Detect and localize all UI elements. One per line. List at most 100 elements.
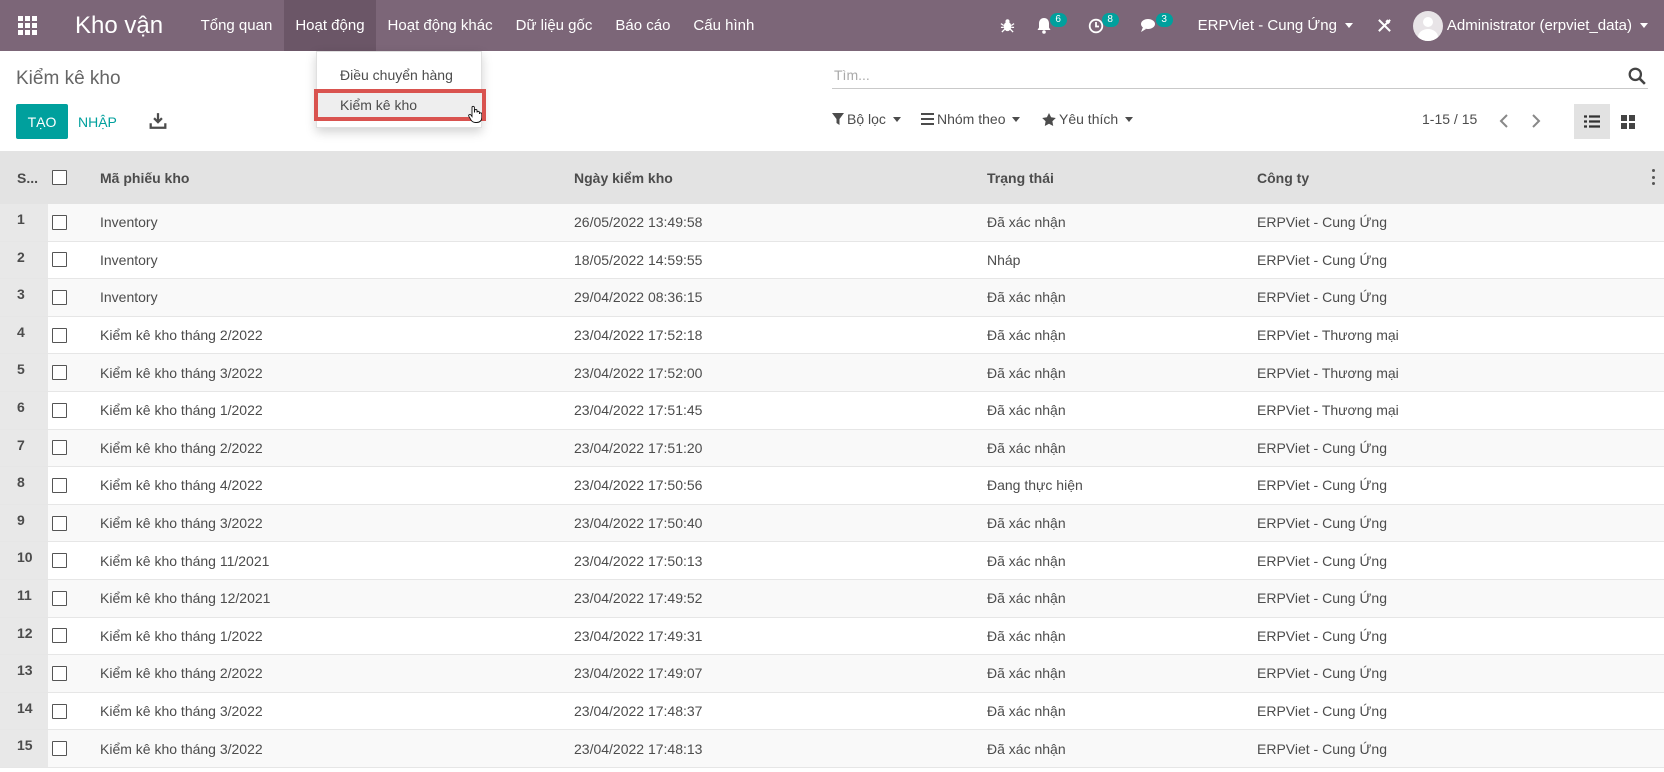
favorites-button[interactable]: Yêu thích: [1042, 111, 1134, 127]
table-row[interactable]: 3 Inventory 29/04/2022 08:36:15 Đã xác nhận…: [0, 279, 1664, 317]
table-row[interactable]: 14 Kiểm kê kho tháng 3/2022 23/04/2022 17:…: [0, 692, 1664, 731]
row-checkbox[interactable]: [52, 553, 67, 569]
download-icon[interactable]: [149, 112, 167, 130]
activities-button[interactable]: 8: [1082, 0, 1134, 51]
row-checkbox[interactable]: [52, 515, 67, 531]
table-row[interactable]: 10 Kiểm kê kho tháng 11/2021 23/04/2022 17…: [0, 542, 1664, 580]
row-code: Kiểm kê kho tháng 3/2022: [100, 364, 263, 381]
search-input[interactable]: [832, 62, 1612, 88]
user-menu[interactable]: Administrator (erpviet_data): [1405, 0, 1664, 51]
table-row[interactable]: 4 Kiểm kê kho tháng 2/2022 23/04/2022 17:5…: [0, 316, 1664, 355]
optional-columns-icon[interactable]: [1650, 169, 1656, 185]
menu-other-operations[interactable]: Hoạt động khác: [376, 0, 504, 51]
table-row[interactable]: 13 Kiểm kê kho tháng 2/2022 23/04/2022 17:…: [0, 655, 1664, 693]
groupby-button[interactable]: Nhóm theo: [921, 111, 1021, 127]
app-brand[interactable]: Kho vận: [55, 12, 189, 40]
row-checkbox[interactable]: [52, 477, 67, 493]
row-select[interactable]: [48, 252, 100, 268]
filters-button[interactable]: Bộ lọc: [832, 111, 901, 127]
row-state: Đã xác nhận: [987, 214, 1066, 231]
header-sequence[interactable]: S...: [0, 151, 48, 204]
row-checkbox[interactable]: [52, 665, 67, 681]
chevron-left-icon[interactable]: [1496, 112, 1512, 130]
menu-master-data[interactable]: Dữ liệu gốc: [504, 0, 604, 51]
row-company: ERPViet - Cung Ứng: [1257, 477, 1387, 494]
chevron-right-icon[interactable]: [1528, 112, 1544, 130]
import-button[interactable]: NHẬP: [78, 104, 117, 139]
menu-operations[interactable]: Hoạt động: [283, 0, 377, 51]
row-select[interactable]: [48, 703, 100, 719]
pager-value[interactable]: 1-15 / 15: [1422, 111, 1477, 127]
table-row[interactable]: 9 Kiểm kê kho tháng 3/2022 23/04/2022 17:5…: [0, 504, 1664, 543]
row-checkbox[interactable]: [52, 289, 67, 305]
app-menu-icon[interactable]: [0, 0, 55, 51]
row-state: Đã xác nhận: [987, 703, 1066, 720]
debug-icon[interactable]: [988, 0, 1028, 51]
row-sequence: 8: [0, 467, 48, 504]
row-date: 23/04/2022 17:50:56: [574, 477, 703, 494]
table-row[interactable]: 1 Inventory 26/05/2022 13:49:58 Đã xác nhận…: [0, 204, 1664, 242]
row-select[interactable]: [48, 590, 100, 606]
table-row[interactable]: 15 Kiểm kê kho tháng 3/2022 23/04/2022 17:…: [0, 730, 1664, 768]
row-checkbox[interactable]: [52, 590, 67, 606]
row-state: Đã xác nhận: [987, 552, 1066, 569]
row-date: 23/04/2022 17:51:20: [574, 439, 703, 456]
notifications-button[interactable]: 6: [1028, 0, 1082, 51]
row-checkbox[interactable]: [52, 703, 67, 719]
row-select[interactable]: [48, 365, 100, 381]
row-select[interactable]: [48, 553, 100, 569]
header-state[interactable]: Trạng thái: [987, 170, 1054, 186]
header-code[interactable]: Mã phiếu kho: [100, 170, 189, 186]
row-checkbox[interactable]: [52, 440, 67, 456]
menu-configuration[interactable]: Cấu hình: [682, 0, 766, 51]
row-date: 23/04/2022 17:49:52: [574, 590, 703, 607]
row-checkbox[interactable]: [52, 741, 67, 757]
row-checkbox[interactable]: [52, 214, 67, 230]
row-select[interactable]: [48, 214, 100, 230]
search-icon[interactable]: [1628, 67, 1646, 85]
row-date: 23/04/2022 17:52:18: [574, 327, 703, 344]
company-switcher[interactable]: ERPViet - Cung Ứng: [1186, 0, 1365, 51]
row-checkbox[interactable]: [52, 402, 67, 418]
menu-item-inventory-adjustments[interactable]: Kiểm kê kho: [314, 89, 486, 121]
row-select[interactable]: [48, 327, 100, 343]
chevron-down-icon: [1125, 116, 1134, 122]
row-select[interactable]: [48, 440, 100, 456]
row-select[interactable]: [48, 477, 100, 493]
table-row[interactable]: 5 Kiểm kê kho tháng 3/2022 23/04/2022 17:5…: [0, 354, 1664, 392]
main-menu: Tổng quan Hoạt động Hoạt động khác Dữ li…: [189, 0, 766, 51]
menu-reporting[interactable]: Báo cáo: [604, 0, 682, 51]
table-row[interactable]: 11 Kiểm kê kho tháng 12/2021 23/04/2022 17…: [0, 579, 1664, 618]
header-select-all[interactable]: [48, 170, 100, 185]
select-all-checkbox[interactable]: [52, 170, 67, 185]
table-row[interactable]: 7 Kiểm kê kho tháng 2/2022 23/04/2022 17:5…: [0, 429, 1664, 468]
menu-item-transfers[interactable]: Điều chuyển hàng: [317, 62, 483, 88]
create-button[interactable]: TẠO: [16, 104, 68, 139]
list-view-button[interactable]: [1574, 104, 1610, 139]
row-select[interactable]: [48, 628, 100, 644]
table-row[interactable]: 12 Kiểm kê kho tháng 1/2022 23/04/2022 17:…: [0, 617, 1664, 656]
menu-overview[interactable]: Tổng quan: [189, 0, 284, 51]
header-date[interactable]: Ngày kiểm kho: [574, 170, 673, 186]
table-row[interactable]: 2 Inventory 18/05/2022 14:59:55 Nháp ERPViet…: [0, 241, 1664, 280]
row-select[interactable]: [48, 741, 100, 757]
row-select[interactable]: [48, 289, 100, 305]
row-checkbox[interactable]: [52, 327, 67, 343]
row-select[interactable]: [48, 665, 100, 681]
row-checkbox[interactable]: [52, 365, 67, 381]
messages-button[interactable]: 3: [1134, 0, 1186, 51]
chevron-down-icon: [892, 116, 901, 122]
row-select[interactable]: [48, 402, 100, 418]
row-checkbox[interactable]: [52, 252, 67, 268]
row-company: ERPViet - Cung Ứng: [1257, 515, 1387, 532]
chevron-down-icon: [1012, 116, 1021, 122]
row-select[interactable]: [48, 515, 100, 531]
table-row[interactable]: 6 Kiểm kê kho tháng 1/2022 23/04/2022 17:5…: [0, 391, 1664, 430]
row-checkbox[interactable]: [52, 628, 67, 644]
tools-icon[interactable]: [1365, 0, 1405, 51]
table-row[interactable]: 8 Kiểm kê kho tháng 4/2022 23/04/2022 17:5…: [0, 467, 1664, 505]
kanban-view-button[interactable]: [1610, 104, 1646, 139]
header-company[interactable]: Công ty: [1257, 170, 1309, 186]
row-state: Nháp: [987, 251, 1021, 268]
row-company: ERPViet - Thương mại: [1257, 364, 1399, 381]
